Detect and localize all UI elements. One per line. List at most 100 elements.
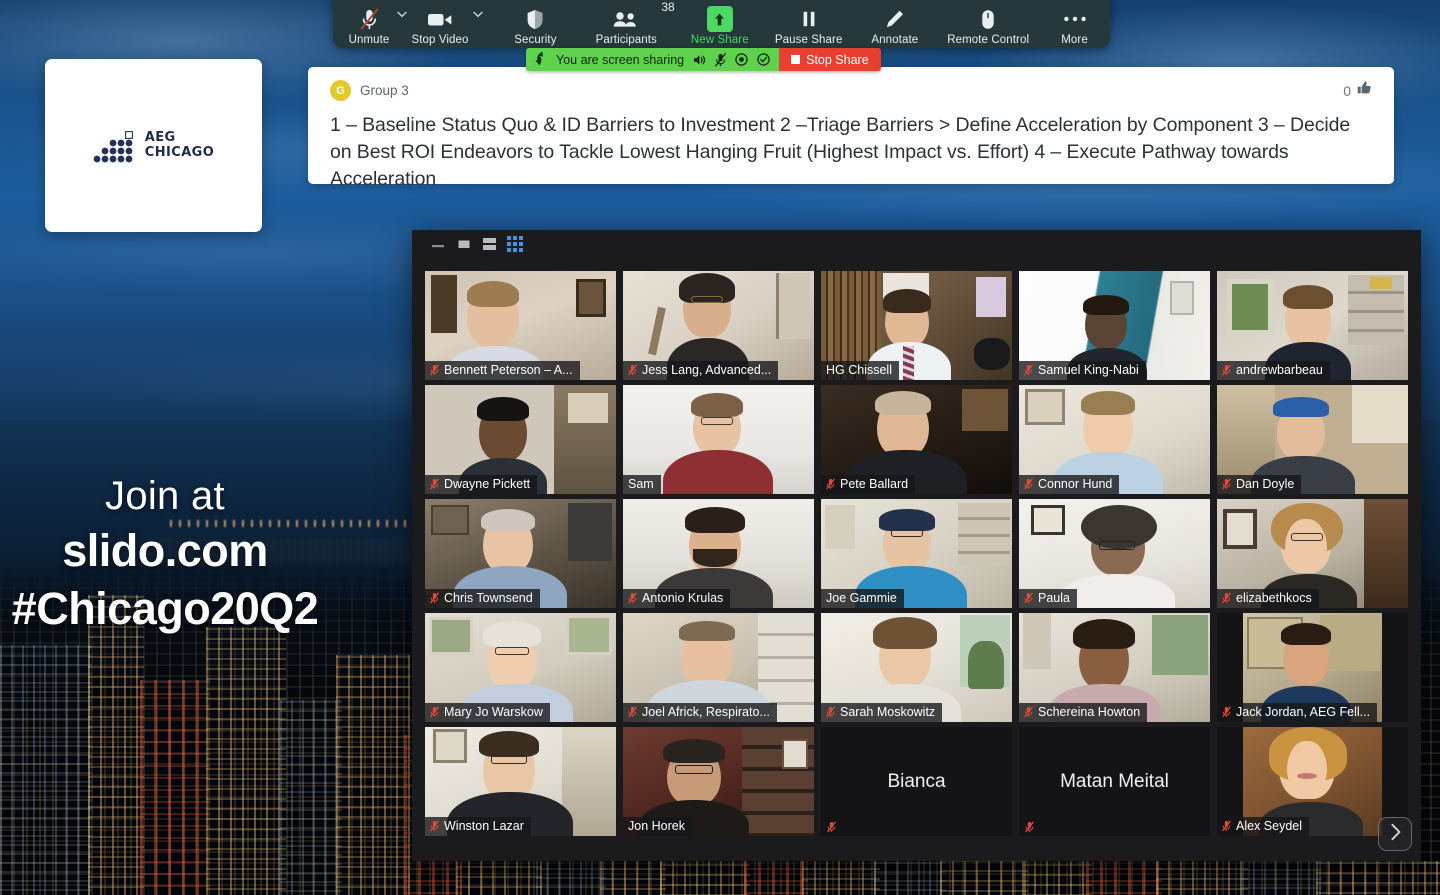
participant-name: Dan Doyle (1236, 477, 1295, 491)
new-share-button[interactable]: New Share (683, 0, 757, 46)
video-options-chevron-down-icon[interactable] (471, 0, 485, 46)
thumbs-up-icon[interactable] (1356, 80, 1372, 101)
record-icon[interactable] (735, 53, 748, 66)
security-button[interactable]: Security (501, 0, 570, 46)
shield-check-icon[interactable] (757, 53, 770, 66)
participant-tile[interactable]: Sarah Moskowitz (821, 613, 1012, 722)
join-at-label: Join at (105, 474, 225, 518)
ellipsis-icon (1063, 6, 1087, 32)
mic-muted-icon (1025, 821, 1034, 833)
participant-name: Sam (628, 477, 654, 491)
building (206, 627, 286, 895)
participant-tile[interactable]: Bennett Peterson – A... (425, 271, 616, 380)
mic-muted-icon (628, 592, 637, 604)
unmute-button[interactable]: Unmute (343, 0, 395, 46)
building (336, 655, 410, 895)
pause-icon (800, 6, 818, 32)
mouse-icon (981, 6, 995, 32)
participant-tile[interactable]: Dwayne Pickett (425, 385, 616, 494)
stop-share-button[interactable]: Stop Share (779, 48, 881, 71)
participant-tile-no-video[interactable]: Matan Meital (1019, 727, 1210, 836)
participant-tile[interactable]: elizabethkocs (1217, 499, 1408, 608)
participant-tile[interactable]: Connor Hund (1019, 385, 1210, 494)
participants-button[interactable]: 38 Participants (584, 0, 675, 46)
participant-tile[interactable]: Jess Lang, Advanced... (623, 271, 814, 380)
participant-name-badge (821, 819, 843, 836)
participant-name: Mary Jo Warskow (444, 705, 543, 719)
pause-share-label: Pause Share (774, 34, 843, 46)
stop-video-button[interactable]: Stop Video (409, 0, 471, 46)
participant-name: Antonio Krulas (642, 591, 724, 605)
annotate-label: Annotate (871, 34, 919, 46)
participant-tile[interactable]: Mary Jo Warskow (425, 613, 616, 722)
mic-muted-icon (826, 478, 835, 490)
participant-tile[interactable]: Winston Lazar (425, 727, 616, 836)
building (1242, 859, 1322, 895)
participant-display-name: Bianca (887, 770, 946, 792)
participant-tile[interactable]: Schereina Howton (1019, 613, 1210, 722)
building (1086, 855, 1162, 895)
mic-muted-icon (430, 364, 439, 376)
stop-share-label: Stop Share (806, 52, 869, 67)
zoom-gallery-window[interactable]: Bennett Peterson – A... Jess Lang, Advan… (412, 230, 1421, 861)
speaker-icon[interactable] (693, 54, 706, 66)
participant-tile[interactable]: Pete Ballard (821, 385, 1012, 494)
slido-author: G Group 3 (330, 80, 409, 101)
maximize-button[interactable] (457, 238, 472, 250)
next-page-button[interactable] (1378, 817, 1412, 851)
participant-tile[interactable]: Jack Jordan, AEG Fell... (1217, 613, 1408, 722)
mic-muted-icon (1222, 820, 1231, 832)
participant-name: Schereina Howton (1038, 705, 1141, 719)
mic-muted-icon (430, 820, 439, 832)
avatar: G (330, 80, 351, 101)
participant-name-badge: Dan Doyle (1217, 475, 1302, 494)
video-camera-icon (427, 6, 453, 32)
participant-name-badge: Schereina Howton (1019, 703, 1148, 722)
participant-tile[interactable]: Sam (623, 385, 814, 494)
participant-name-badge: Jack Jordan, AEG Fell... (1217, 703, 1378, 722)
minimize-button[interactable] (431, 238, 446, 250)
participant-name: Bennett Peterson – A... (444, 363, 573, 377)
mic-muted-icon (827, 821, 836, 833)
mic-muted-icon (1024, 592, 1033, 604)
gallery-view-button[interactable] (507, 236, 523, 252)
participant-tile[interactable]: Paula (1019, 499, 1210, 608)
participant-name-badge: Dwayne Pickett (425, 475, 538, 494)
annotate-button[interactable]: Annotate (860, 0, 929, 46)
more-options-button[interactable]: More (1049, 0, 1100, 46)
pause-share-button[interactable]: Pause Share (769, 0, 849, 46)
chevron-right-icon (1389, 823, 1402, 846)
participant-name-badge: Joe Gammie (821, 589, 904, 608)
participant-tile[interactable]: Chris Townsend (425, 499, 616, 608)
participant-tile[interactable]: andrewbarbeau (1217, 271, 1408, 380)
people-icon (613, 6, 640, 32)
participant-display-name: Matan Meital (1060, 770, 1169, 792)
participant-name-badge: Antonio Krulas (623, 589, 731, 608)
slido-vote-group[interactable]: 0 (1343, 80, 1372, 101)
participant-tile[interactable]: HG Chissell (821, 271, 1012, 380)
participant-tile[interactable]: Dan Doyle (1217, 385, 1408, 494)
building (1156, 857, 1248, 895)
participant-tile-no-video[interactable]: Bianca (821, 727, 1012, 836)
slido-card-header: G Group 3 0 (330, 80, 1372, 101)
audio-options-chevron-down-icon[interactable] (395, 0, 409, 46)
slido-event-code: #Chicago20Q2 (11, 583, 319, 634)
participant-tile[interactable]: Joel Africk, Respirato... (623, 613, 814, 722)
participant-tile-active-speaker[interactable]: Joe Gammie (821, 499, 1012, 608)
participant-name: elizabethkocs (1236, 591, 1312, 605)
participant-name: Joe Gammie (826, 591, 897, 605)
stop-video-label: Stop Video (411, 34, 469, 46)
participant-name-badge: HG Chissell (821, 361, 899, 380)
participant-tile[interactable]: Antonio Krulas (623, 499, 814, 608)
participant-grid: Bennett Peterson – A... Jess Lang, Advan… (425, 271, 1410, 836)
participant-name-badge: Joel Africk, Respirato... (623, 703, 777, 722)
remote-control-button[interactable]: Remote Control (941, 0, 1035, 46)
aeg-logo-wordmark: AEG CHICAGO (145, 130, 214, 160)
speaker-view-button[interactable] (483, 238, 496, 250)
building (88, 595, 144, 895)
participant-tile[interactable]: Jon Horek (623, 727, 814, 836)
mic-muted-icon[interactable] (715, 52, 726, 67)
participant-name: Chris Townsend (444, 591, 533, 605)
slido-question-card[interactable]: G Group 3 0 1 – Baseline Status Quo & ID… (308, 67, 1394, 190)
participant-tile[interactable]: Samuel King-Nabi (1019, 271, 1210, 380)
